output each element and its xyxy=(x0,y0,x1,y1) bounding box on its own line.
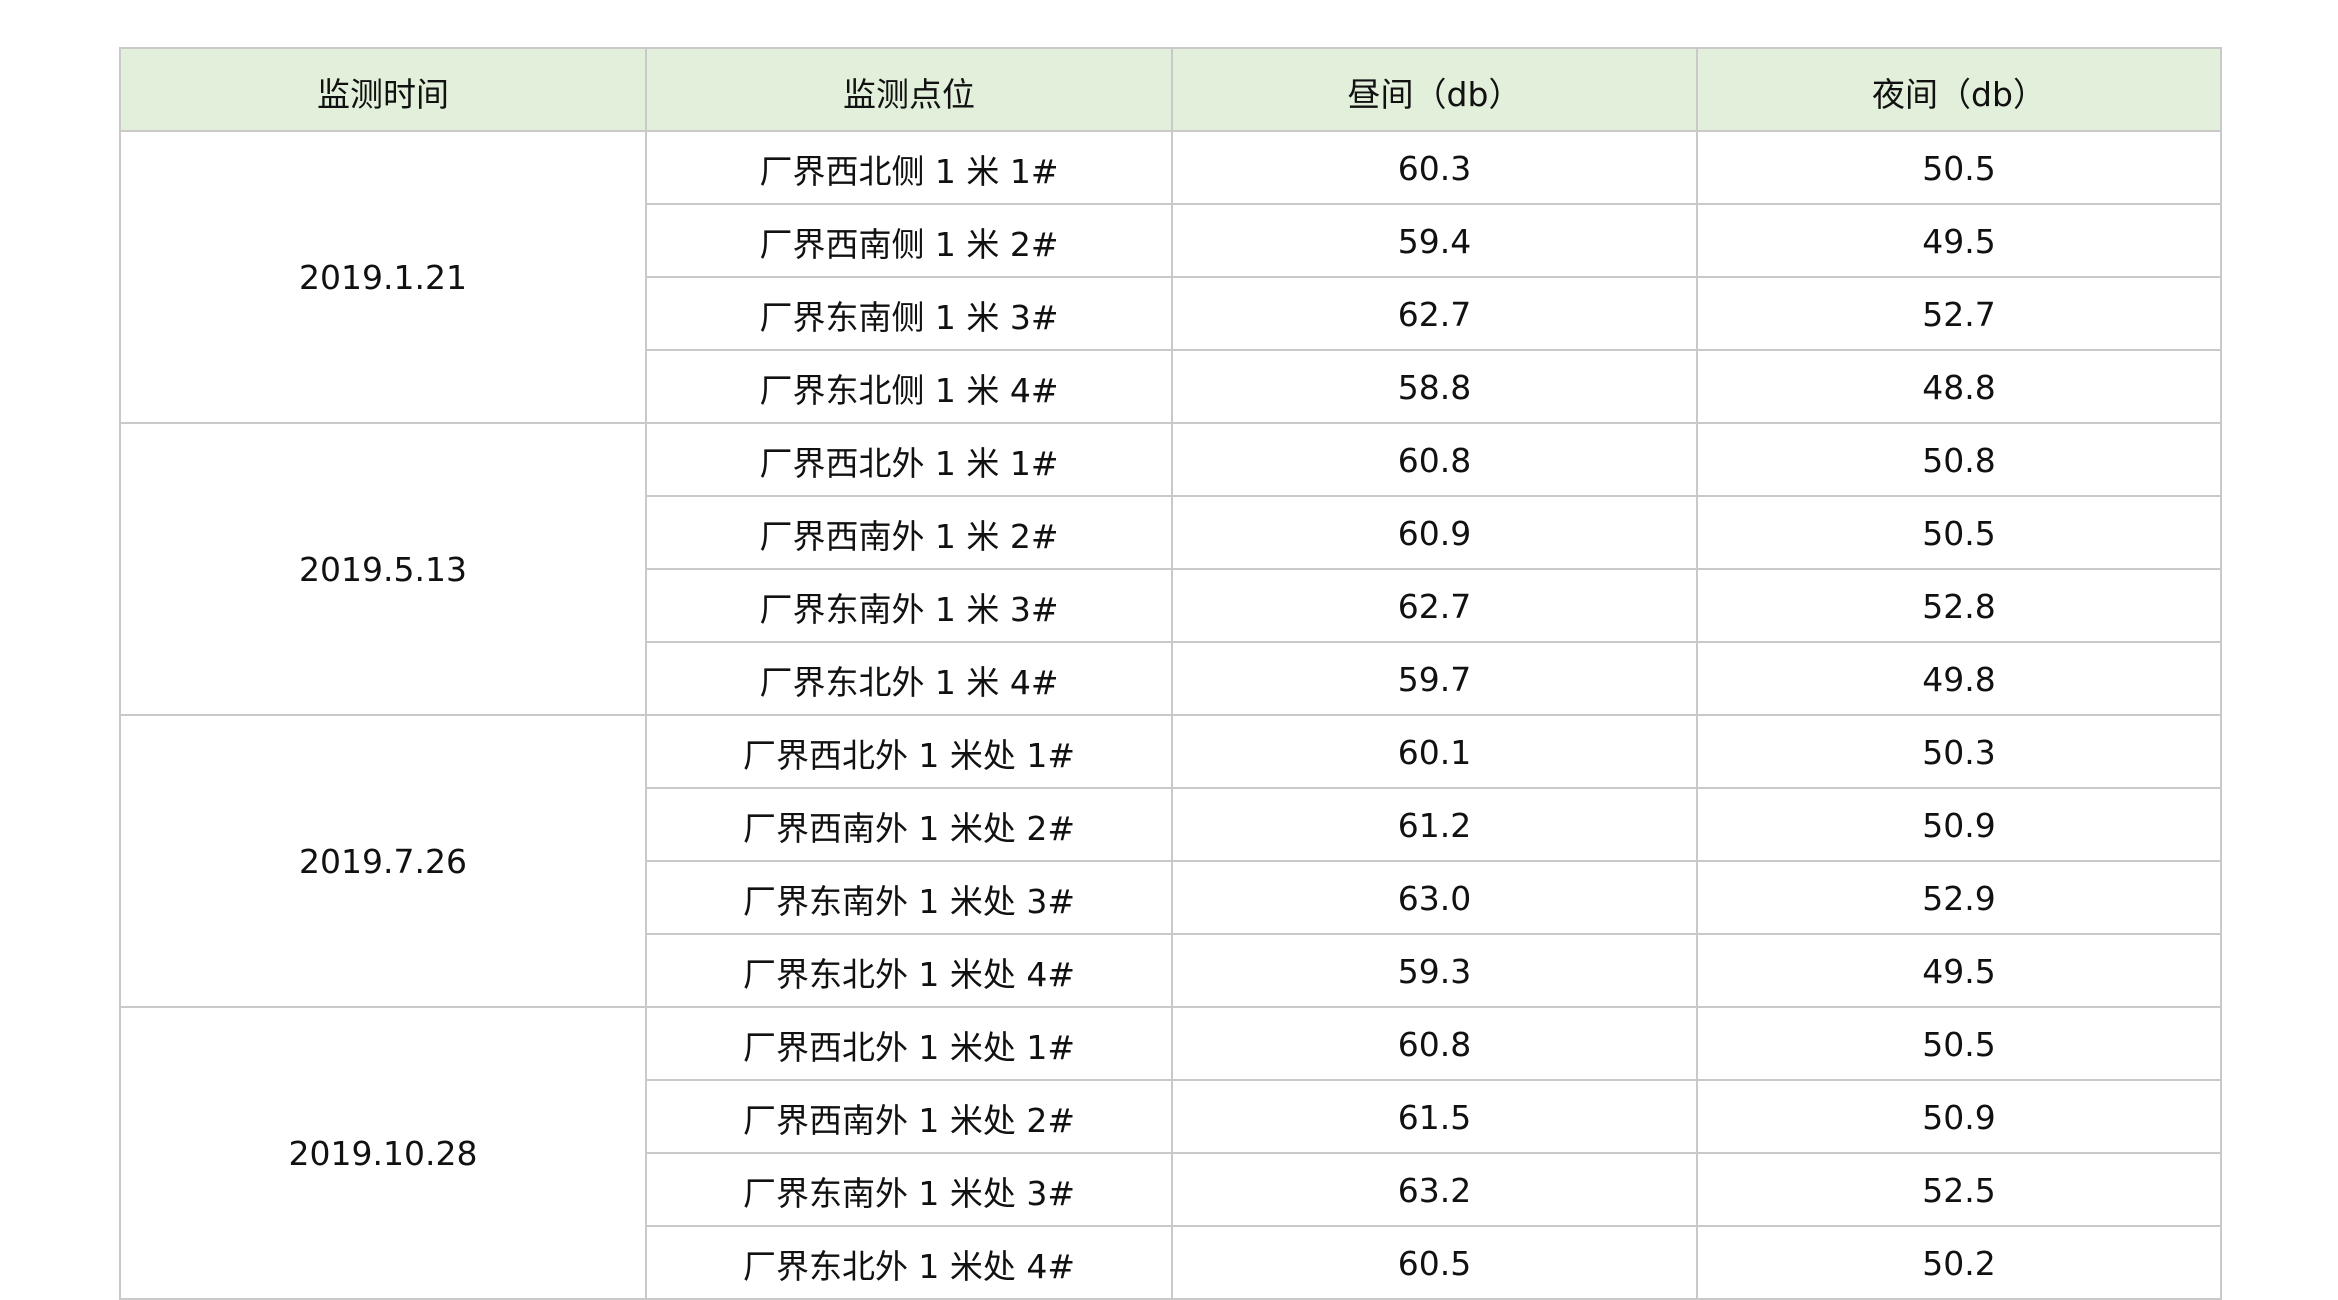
night-value-cell: 52.7 xyxy=(1696,276,2222,351)
date-cell: 2019.1.21 xyxy=(119,130,647,424)
night-value-cell: 48.8 xyxy=(1696,349,2222,424)
table-body: 2019.1.21 厂界西北侧 1 米 1# 60.3 50.5 厂界西南侧 1… xyxy=(119,130,2222,1300)
point-cell: 厂界西南外 1 米 2# xyxy=(645,495,1173,570)
day-value-cell: 59.4 xyxy=(1171,203,1698,278)
night-value-cell: 52.9 xyxy=(1696,860,2222,935)
header-monitoring-time: 监测时间 xyxy=(119,47,647,132)
day-value-cell: 60.9 xyxy=(1171,495,1698,570)
day-value-cell: 62.7 xyxy=(1171,276,1698,351)
header-daytime-db: 昼间（db） xyxy=(1171,47,1698,132)
point-cell: 厂界西南外 1 米处 2# xyxy=(645,787,1173,862)
day-value-cell: 60.5 xyxy=(1171,1225,1698,1300)
noise-monitoring-table: 监测时间 监测点位 昼间（db） 夜间（db） 2019.1.21 厂界西北侧 … xyxy=(119,47,2222,1300)
night-value-cell: 52.8 xyxy=(1696,568,2222,643)
day-value-cell: 63.0 xyxy=(1171,860,1698,935)
point-cell: 厂界西北外 1 米处 1# xyxy=(645,1006,1173,1081)
day-value-cell: 58.8 xyxy=(1171,349,1698,424)
point-cell: 厂界西北侧 1 米 1# xyxy=(645,130,1173,205)
night-value-cell: 50.2 xyxy=(1696,1225,2222,1300)
night-value-cell: 50.3 xyxy=(1696,714,2222,789)
day-value-cell: 60.8 xyxy=(1171,1006,1698,1081)
point-cell: 厂界东北外 1 米处 4# xyxy=(645,933,1173,1008)
night-value-cell: 50.9 xyxy=(1696,787,2222,862)
table-header: 监测时间 监测点位 昼间（db） 夜间（db） xyxy=(119,47,2222,132)
point-cell: 厂界东南外 1 米 3# xyxy=(645,568,1173,643)
point-cell: 厂界东北外 1 米 4# xyxy=(645,641,1173,716)
table-row: 2019.7.26 厂界西北外 1 米处 1# 60.1 50.3 xyxy=(119,714,2222,1008)
night-value-cell: 49.5 xyxy=(1696,933,2222,1008)
night-value-cell: 50.8 xyxy=(1696,422,2222,497)
day-value-cell: 59.3 xyxy=(1171,933,1698,1008)
table-row: 2019.5.13 厂界西北外 1 米 1# 60.8 50.8 xyxy=(119,422,2222,716)
header-monitoring-point: 监测点位 xyxy=(645,47,1173,132)
day-value-cell: 63.2 xyxy=(1171,1152,1698,1227)
day-value-cell: 60.1 xyxy=(1171,714,1698,789)
day-value-cell: 59.7 xyxy=(1171,641,1698,716)
header-row: 监测时间 监测点位 昼间（db） 夜间（db） xyxy=(119,47,2222,132)
header-nighttime-db: 夜间（db） xyxy=(1696,47,2222,132)
table-row: 2019.10.28 厂界西北外 1 米处 1# 60.8 50.5 xyxy=(119,1006,2222,1300)
day-value-cell: 60.3 xyxy=(1171,130,1698,205)
point-cell: 厂界东北侧 1 米 4# xyxy=(645,349,1173,424)
point-cell: 厂界西北外 1 米处 1# xyxy=(645,714,1173,789)
point-cell: 厂界西南侧 1 米 2# xyxy=(645,203,1173,278)
night-value-cell: 50.5 xyxy=(1696,495,2222,570)
day-value-cell: 61.5 xyxy=(1171,1079,1698,1154)
point-cell: 厂界东南外 1 米处 3# xyxy=(645,860,1173,935)
point-cell: 厂界东南外 1 米处 3# xyxy=(645,1152,1173,1227)
night-value-cell: 50.9 xyxy=(1696,1079,2222,1154)
night-value-cell: 52.5 xyxy=(1696,1152,2222,1227)
date-cell: 2019.5.13 xyxy=(119,422,647,716)
date-cell: 2019.7.26 xyxy=(119,714,647,1008)
night-value-cell: 49.8 xyxy=(1696,641,2222,716)
date-cell: 2019.10.28 xyxy=(119,1006,647,1300)
point-cell: 厂界东南侧 1 米 3# xyxy=(645,276,1173,351)
night-value-cell: 50.5 xyxy=(1696,130,2222,205)
point-cell: 厂界西北外 1 米 1# xyxy=(645,422,1173,497)
point-cell: 厂界西南外 1 米处 2# xyxy=(645,1079,1173,1154)
day-value-cell: 60.8 xyxy=(1171,422,1698,497)
night-value-cell: 50.5 xyxy=(1696,1006,2222,1081)
day-value-cell: 61.2 xyxy=(1171,787,1698,862)
table-row: 2019.1.21 厂界西北侧 1 米 1# 60.3 50.5 xyxy=(119,130,2222,424)
point-cell: 厂界东北外 1 米处 4# xyxy=(645,1225,1173,1300)
night-value-cell: 49.5 xyxy=(1696,203,2222,278)
day-value-cell: 62.7 xyxy=(1171,568,1698,643)
